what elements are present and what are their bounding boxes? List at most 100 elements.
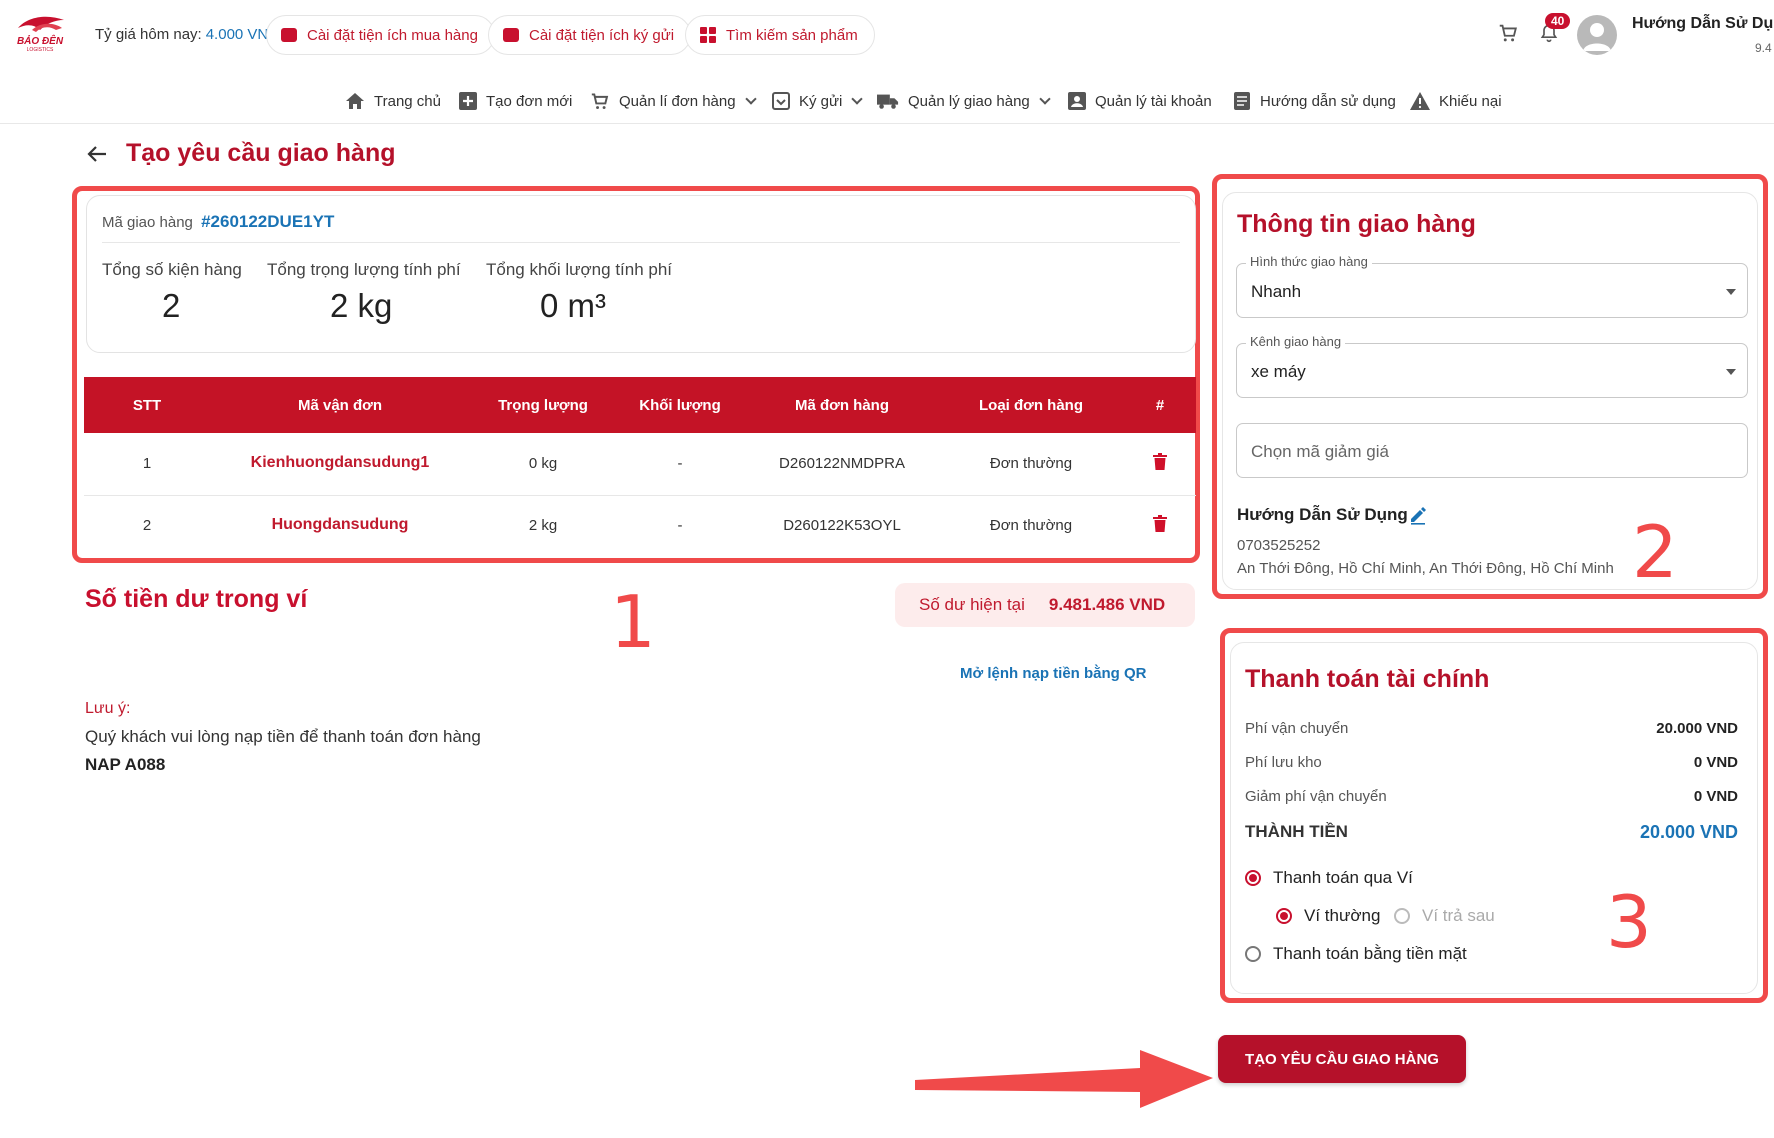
payment-panel [1230,642,1758,994]
install-consignment-extension-button[interactable]: Cài đặt tiện ích ký gửi [488,15,692,55]
add-box-icon [459,92,477,110]
annotation-number-2: 2 [1632,510,1678,594]
table-cell-order-code: D260122K53OYL [783,517,901,534]
nav-item-complaint[interactable]: Khiếu nại [1410,92,1502,110]
table-cell-weight: 2 kg [528,517,558,534]
nav-item-consignment[interactable]: Ký gửi [772,92,864,110]
trash-icon[interactable] [1153,515,1167,532]
delivery-channel-select[interactable] [1236,343,1748,398]
total-value: 20.000 VND [1639,822,1738,842]
radio-later-wallet[interactable] [1394,908,1410,924]
install-purchase-extension-button[interactable]: Cài đặt tiện ích mua hàng [266,15,495,55]
nav-item-label: Quản lý giao hàng [908,92,1030,110]
delivery-info-title: Thông tin giao hàng [1237,210,1476,238]
dropdown-arrow-icon [1726,369,1736,375]
voucher-placeholder: Chọn mã giảm giá [1251,442,1389,461]
nav-item-label: Ký gửi [799,92,843,110]
home-icon [346,93,364,109]
stat-total-volume-label: Tổng khối lượng tính phí [486,260,673,279]
create-delivery-request-button[interactable]: TẠO YÊU CẦU GIAO HÀNG [1218,1035,1466,1083]
table-cell-volume: - [677,455,683,472]
column-header: Trọng lượng [498,397,588,414]
qr-topup-link[interactable]: Mở lệnh nạp tiền bằng QR [960,665,1147,682]
notification-badge: 40 [1545,13,1571,29]
nav-item-label: Quản lý tài khoản [1095,92,1212,110]
edit-icon[interactable] [1408,505,1428,525]
wallet-type-later[interactable]: Ví trả sau [1394,906,1495,926]
chevron-down-icon [1039,92,1051,105]
payment-option-wallet-label: Thanh toán qua Ví [1273,868,1413,887]
wallet-title: Số tiền dư trong ví [85,585,308,613]
table-cell-waybill-link[interactable]: Kienhuongdansudung1 [251,454,430,472]
column-header: STT [132,397,162,414]
svg-text:LOGISTICS: LOGISTICS [27,47,54,53]
column-header: Loại đơn hàng [979,397,1083,414]
contact-name: Hướng Dẫn Sử Dụng [1237,505,1408,524]
note-label: Lưu ý: [85,700,131,717]
wallet-type-normal-label: Ví thường [1304,906,1381,925]
document-icon [1234,92,1250,110]
wallet-type-normal[interactable]: Ví thường [1276,906,1380,926]
delivery-method-value: Nhanh [1251,282,1302,301]
table-cell-waybill-link[interactable]: Huongdansudung [272,516,409,534]
nav-item-order-management[interactable]: Quản lí đơn hàng [590,92,757,110]
shipping-discount-label: Giảm phí vận chuyển [1245,788,1387,805]
balance-value: 9.481.486 VND [1048,595,1166,614]
avatar[interactable] [1577,15,1617,55]
logo[interactable]: BẢO ĐÊN LOGISTICS [10,12,70,54]
column-header: Mã vận đơn [297,397,383,414]
chevron-down-icon [851,92,864,105]
chevron-down-icon [744,92,757,105]
svg-text:BẢO ĐÊN: BẢO ĐÊN [17,34,64,47]
truck-icon [877,94,899,109]
table-cell-weight: 0 kg [528,455,558,472]
user-balance: 9.4 [1755,41,1772,55]
user-icon [1583,23,1611,51]
radio-cash[interactable] [1245,946,1261,962]
radio-normal-wallet[interactable] [1276,908,1292,924]
stat-total-packages-value: 2 [162,287,181,324]
nav-item-label: Hướng dẫn sử dụng [1260,92,1396,110]
shipping-discount-value: 0 VND [1693,788,1738,805]
payment-option-wallet[interactable]: Thanh toán qua Ví [1245,868,1413,888]
total-label: THÀNH TIỀN [1245,822,1348,841]
radio-wallet[interactable] [1245,870,1261,886]
cart-icon[interactable] [1497,22,1519,44]
nav-item-delivery-management[interactable]: Quản lý giao hàng [877,92,1051,110]
search-product-label: Tìm kiếm sản phẩm [726,26,858,44]
annotation-arrow [915,1050,1213,1108]
divider [102,242,1180,243]
nav-item-account-management[interactable]: Quản lý tài khoản [1068,92,1212,110]
balance-pill: Số dư hiện tại 9.481.486 VND [895,583,1195,627]
contact-address: An Thới Đông, Hồ Chí Minh, An Thới Đông,… [1237,560,1614,577]
table-cell-order-type: Đơn thường [989,517,1073,534]
nav-item-label: Quản lí đơn hàng [619,92,736,110]
table-cell-order-code: D260122NMDPRA [779,455,905,472]
stat-total-weight-value: 2 kg [330,287,393,324]
trash-icon[interactable] [1153,453,1167,470]
exchange-rate: Tỷ giá hôm nay: 4.000 VND [95,26,279,43]
back-arrow-icon[interactable] [86,143,108,165]
stat-total-packages-label: Tổng số kiện hàng [102,260,242,279]
payment-option-cash[interactable]: Thanh toán bằng tiền mặt [1245,944,1467,964]
storage-fee-label: Phí lưu kho [1245,754,1322,771]
user-name[interactable]: Hướng Dẫn Sử Dụng [1632,15,1774,33]
cart-icon [591,93,609,110]
nav-item-user-guide[interactable]: Hướng dẫn sử dụng [1233,92,1396,110]
nav-item-new-order[interactable]: Tạo đơn mới [459,92,572,110]
delivery-method-select[interactable] [1236,263,1748,318]
search-product-button[interactable]: Tìm kiếm sản phẩm [685,15,875,55]
install-purchase-extension-label: Cài đặt tiện ích mua hàng [307,26,478,44]
shipment-code: Mã giao hàng #260122DUE1YT [102,212,334,232]
payment-title: Thanh toán tài chính [1245,665,1490,693]
annotation-number-3: 3 [1606,880,1652,964]
table-cell-volume: - [677,517,683,534]
row-divider [84,495,1196,496]
delivery-method-label: Hình thức giao hàng [1246,254,1372,269]
table-cell-order-type: Đơn thường [989,455,1073,472]
shipping-fee-label: Phí vận chuyển [1245,720,1349,737]
nav-item-home[interactable]: Trang chủ [345,92,441,110]
storage-fee-value: 0 VND [1693,754,1738,771]
annotation-number-1: 1 [610,580,656,664]
table-cell-stt: 2 [142,517,152,534]
